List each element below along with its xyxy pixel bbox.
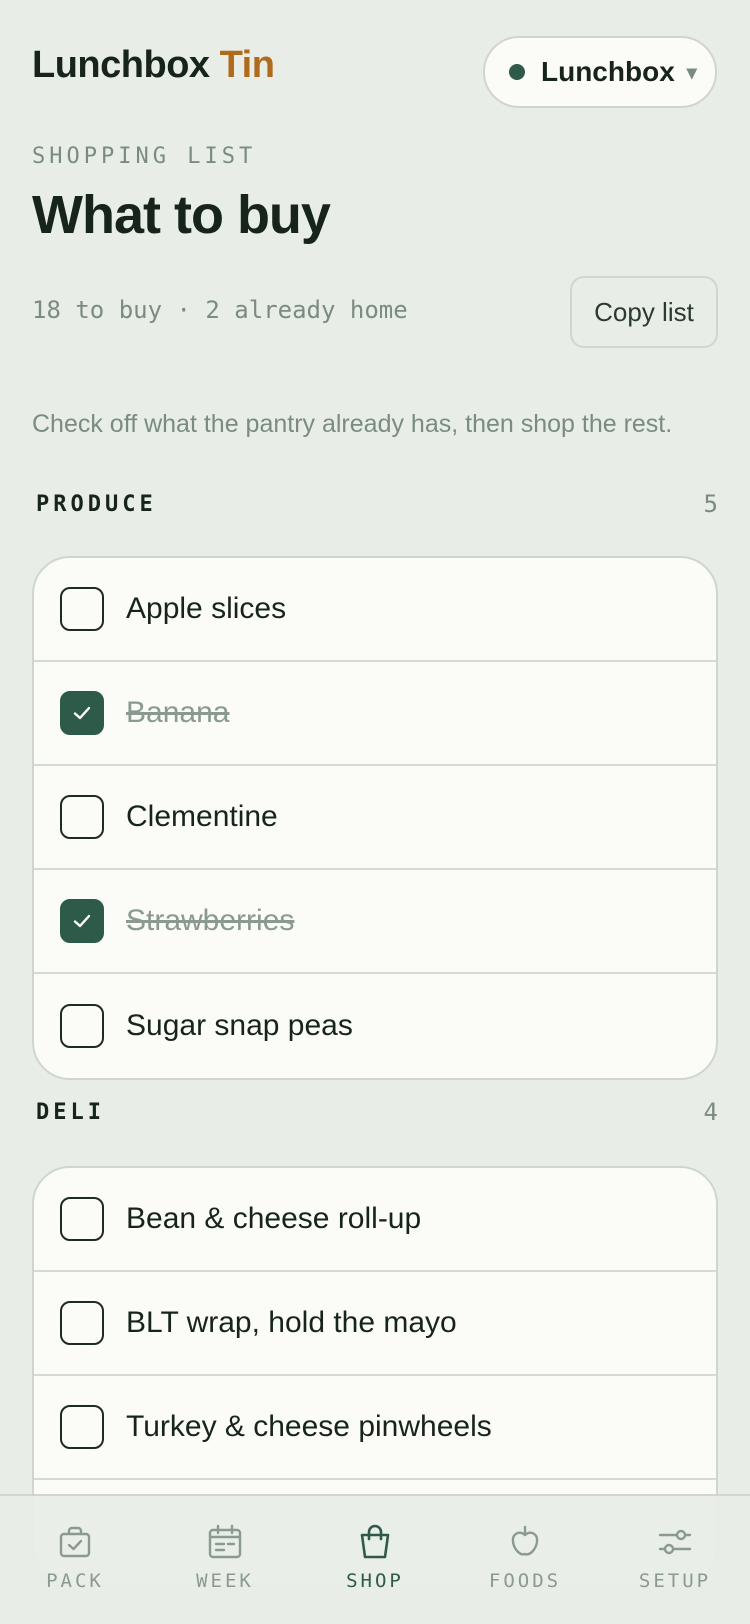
page-title: What to buy bbox=[32, 185, 331, 245]
check-icon bbox=[73, 706, 91, 720]
shopping-summary: 18 to buy · 2 already home bbox=[32, 296, 408, 324]
item-label: Sugar snap peas bbox=[126, 1009, 353, 1042]
section-header-produce: PRODUCE 5 bbox=[36, 490, 718, 518]
item-checkbox[interactable] bbox=[60, 1004, 104, 1048]
list-item[interactable]: Sugar snap peas bbox=[34, 974, 716, 1078]
sliders-icon bbox=[658, 1529, 692, 1555]
item-label: Turkey & cheese pinwheels bbox=[126, 1410, 492, 1443]
nav-label: SETUP bbox=[638, 1570, 712, 1592]
item-checkbox[interactable] bbox=[60, 691, 104, 735]
nav-item-shop[interactable]: SHOP bbox=[315, 1522, 435, 1592]
list-item[interactable]: Apple slices bbox=[34, 558, 716, 662]
page-eyebrow: SHOPPING LIST bbox=[32, 144, 257, 169]
list-item[interactable]: Bean & cheese roll-up bbox=[34, 1168, 716, 1272]
calendar-icon bbox=[208, 1524, 242, 1559]
item-label: Bean & cheese roll-up bbox=[126, 1202, 422, 1235]
profile-label: Lunchbox bbox=[541, 56, 675, 87]
brand-accent: Tin bbox=[219, 44, 275, 86]
item-checkbox[interactable] bbox=[60, 1197, 104, 1241]
chevron-down-icon: ▾ bbox=[686, 61, 697, 84]
nav-item-pack[interactable]: PACK bbox=[15, 1522, 135, 1592]
section-count: 4 bbox=[703, 1098, 718, 1126]
brand-main: Lunchbox bbox=[32, 44, 210, 86]
item-checkbox[interactable] bbox=[60, 795, 104, 839]
nav-label: WEEK bbox=[196, 1570, 254, 1592]
item-checkbox[interactable] bbox=[60, 587, 104, 631]
produce-list: Apple slices Banana Clementine Strawberr… bbox=[32, 556, 718, 1080]
bottom-nav: PACK WEEK SHOP FOODS SETUP bbox=[0, 1494, 750, 1624]
item-label: Apple slices bbox=[126, 592, 287, 625]
item-label: Banana bbox=[126, 696, 230, 729]
list-item[interactable]: Strawberries bbox=[34, 870, 716, 974]
nav-label: FOODS bbox=[488, 1570, 562, 1592]
copy-list-button[interactable]: Copy list bbox=[570, 276, 718, 348]
item-label: Strawberries bbox=[126, 904, 295, 937]
item-label: Clementine bbox=[126, 800, 278, 833]
section-title: DELI bbox=[36, 1099, 105, 1125]
list-item[interactable]: Clementine bbox=[34, 766, 716, 870]
list-item[interactable]: Turkey & cheese pinwheels bbox=[34, 1376, 716, 1480]
item-checkbox[interactable] bbox=[60, 1301, 104, 1345]
nav-item-setup[interactable]: SETUP bbox=[615, 1522, 735, 1592]
app-brand: Lunchbox Tin bbox=[32, 44, 275, 87]
section-count: 5 bbox=[703, 490, 718, 518]
profile-selector[interactable]: Lunchbox ▾ bbox=[483, 36, 717, 108]
nav-label: PACK bbox=[46, 1570, 104, 1592]
nav-label: SHOP bbox=[346, 1570, 404, 1592]
check-icon bbox=[73, 914, 91, 928]
item-checkbox[interactable] bbox=[60, 899, 104, 943]
nav-item-foods[interactable]: FOODS bbox=[465, 1522, 585, 1592]
apple-icon bbox=[511, 1525, 539, 1556]
lunchbox-check-icon bbox=[59, 1526, 91, 1558]
section-header-deli: DELI 4 bbox=[36, 1098, 718, 1126]
list-item[interactable]: Banana bbox=[34, 662, 716, 766]
item-label: BLT wrap, hold the mayo bbox=[126, 1306, 457, 1339]
shopping-list-screen: Lunchbox Tin Lunchbox ▾ SHOPPING LIST Wh… bbox=[0, 0, 750, 1624]
shopping-bag-icon bbox=[360, 1524, 390, 1559]
section-title: PRODUCE bbox=[36, 491, 157, 517]
nav-item-week[interactable]: WEEK bbox=[165, 1522, 285, 1592]
item-checkbox[interactable] bbox=[60, 1405, 104, 1449]
profile-dot-icon bbox=[509, 64, 525, 80]
list-item[interactable]: BLT wrap, hold the mayo bbox=[34, 1272, 716, 1376]
helper-text: Check off what the pantry already has, t… bbox=[32, 410, 673, 438]
